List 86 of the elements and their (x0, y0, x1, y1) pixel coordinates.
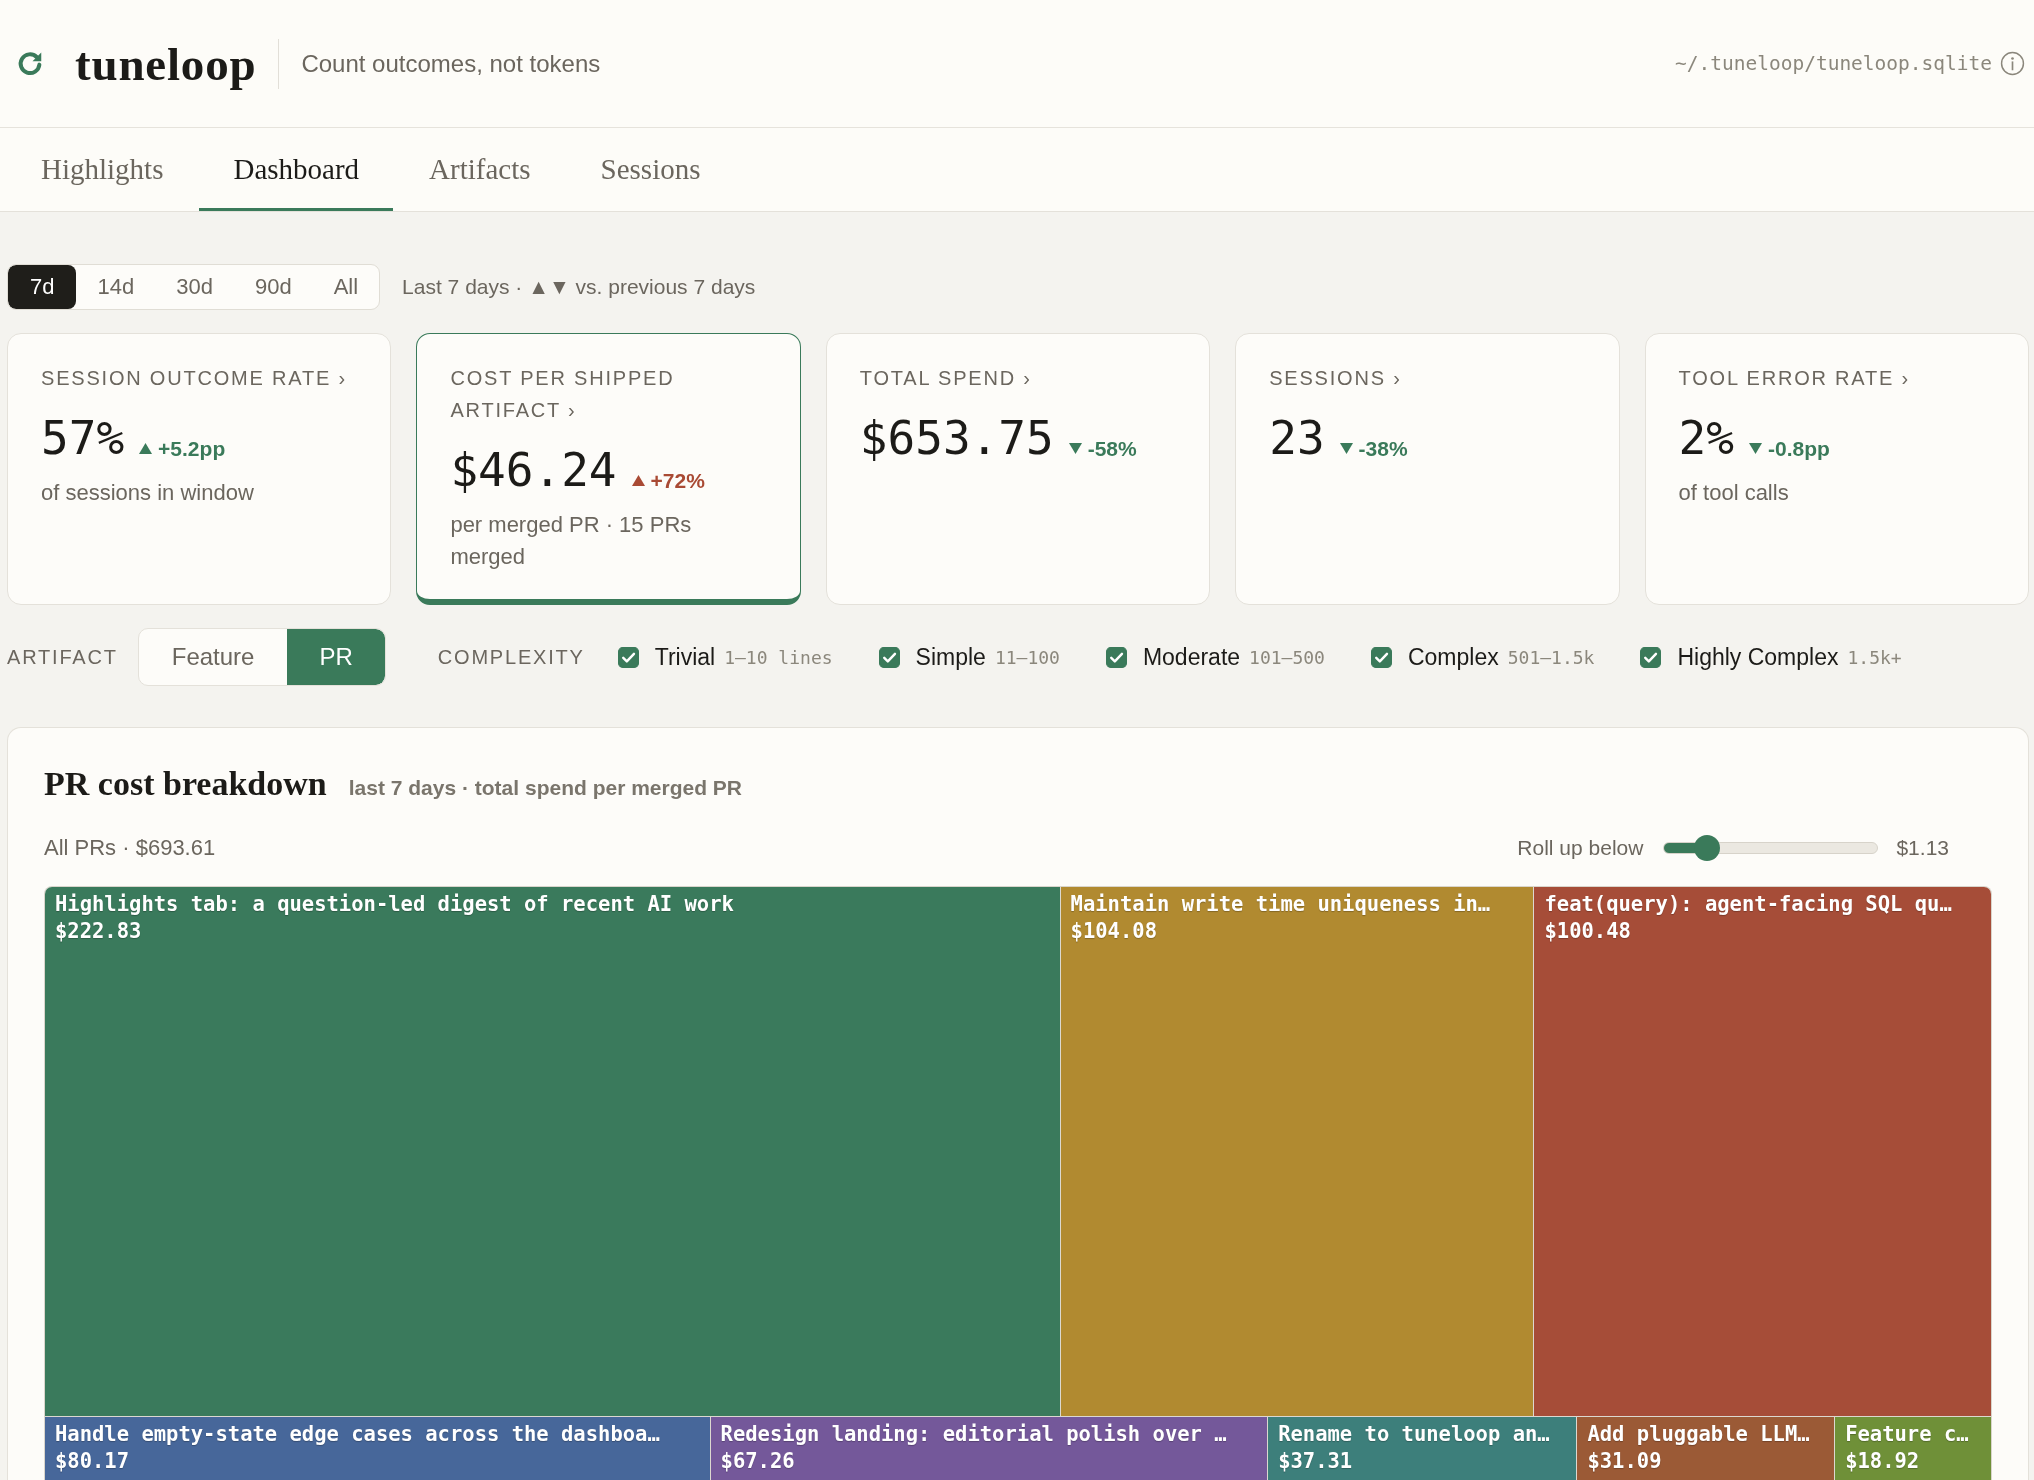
total-label: All PRs · $693.61 (44, 835, 216, 861)
period-option[interactable]: 14d (76, 265, 156, 309)
treemap-tile[interactable]: Handle empty-state edge cases across the dashboa… $80.17 (45, 1417, 710, 1480)
slider-thumb[interactable] (1694, 835, 1721, 861)
database-path: ~/.tuneloop/tuneloop.sqlite (1675, 52, 1992, 75)
treemap-tile[interactable]: Rename to tuneloop an… $37.31 (1267, 1417, 1577, 1480)
range-label: 11–100 (994, 646, 1060, 668)
brand-name: tuneloop (75, 36, 257, 91)
checkbox[interactable] (1640, 646, 1662, 668)
period-option[interactable]: All (312, 265, 380, 309)
period-option[interactable]: 30d (155, 265, 234, 309)
metric-change: +72% (650, 468, 705, 493)
range-label: 101–500 (1249, 646, 1325, 668)
nav-tab[interactable]: Artifacts (395, 128, 565, 211)
panel-subtitle: last 7 days · total spend per merged PR (348, 776, 742, 800)
metric-note: per merged PR · 15 PRs merged (450, 511, 693, 571)
metric-value: $653.75 (859, 410, 1054, 466)
metric-change: -38% (1358, 436, 1408, 461)
metric-card[interactable]: SESSIONS › 23 -38% (1235, 333, 1620, 605)
metric-label: COST PER SHIPPED ARTIFACT › (450, 366, 676, 423)
tile-amount: $37.31 (1278, 1448, 1353, 1475)
treemap-tile[interactable]: Add pluggable LLM… $31.09 (1576, 1417, 1835, 1480)
period-option[interactable]: 90d (233, 265, 313, 309)
info-icon[interactable] (2000, 51, 2025, 76)
metric-value: 23 (1269, 410, 1325, 466)
tile-amount: $80.17 (55, 1448, 130, 1475)
tile-title: Maintain write time uniqueness in… (1070, 891, 1491, 918)
checkbox-label[interactable]: Moderate (1142, 643, 1241, 671)
treemap-tile[interactable]: Maintain write time uniqueness in… $104.08 (1059, 887, 1534, 1416)
checkbox-label[interactable]: Trivial (654, 643, 716, 671)
metric-value: 57% (41, 410, 125, 466)
treemap-tile[interactable]: feat(query): agent-facing SQL qu… $100.48 (1533, 887, 1991, 1416)
metric-card[interactable]: SESSION OUTCOME RATE › 57% +5.2pp of sessions in window (7, 333, 392, 605)
panel-title: PR cost breakdown (44, 765, 327, 803)
checkbox[interactable] (878, 646, 900, 668)
checkbox-label[interactable]: Simple (915, 643, 986, 671)
metric-note: of sessions in window (41, 479, 255, 507)
metric-label: TOOL ERROR RATE › (1678, 366, 1911, 391)
tile-amount: $100.48 (1544, 918, 1631, 945)
rollup-label: Roll up below (1517, 836, 1644, 860)
metric-value: 2% (1678, 410, 1734, 466)
nav-tab[interactable]: Highlights (7, 128, 198, 211)
range-label: 501–1.5k (1507, 646, 1595, 668)
filter-label: COMPLEXITY (437, 645, 585, 669)
tile-title: Handle empty-state edge cases across the dashboa… (55, 1421, 660, 1448)
metric-change: -58% (1087, 436, 1137, 461)
tile-amount: $222.83 (55, 918, 142, 945)
tile-title: Add pluggable LLM… (1587, 1421, 1810, 1448)
period-caption: Last 7 days · ▲▼ vs. previous 7 days (402, 275, 756, 299)
tile-title: Feature c… (1845, 1421, 1969, 1448)
metric-note: of tool calls (1678, 479, 1790, 507)
metric-value: $46.24 (450, 442, 617, 498)
metric-change: +5.2pp (158, 436, 226, 461)
checkbox[interactable] (1370, 646, 1392, 668)
range-label: 1–10 lines (724, 646, 833, 668)
nav-tab[interactable]: Dashboard (199, 128, 394, 211)
filter-label: ARTIFACT (7, 645, 118, 669)
tile-title: Highlights tab: a question-led digest of recent AI work (55, 891, 734, 918)
treemap-tile[interactable]: Redesign landing: editorial polish over … $67.26 (709, 1417, 1268, 1480)
checkbox-label[interactable]: Complex (1407, 643, 1499, 671)
metric-change: -0.8pp (1768, 436, 1830, 461)
metric-card[interactable]: TOOL ERROR RATE › 2% -0.8pp of tool calls (1644, 333, 2029, 605)
tile-amount: $104.08 (1070, 918, 1157, 945)
rollup-value: $1.13 (1896, 836, 1949, 860)
tile-title: feat(query): agent-facing SQL qu… (1544, 891, 1952, 918)
checkbox-label[interactable]: Highly Complex (1677, 643, 1839, 671)
artifact-option[interactable]: PR (287, 629, 385, 685)
treemap-tile[interactable]: Highlights tab: a question-led digest of recent AI work $222.83 (45, 887, 1060, 1416)
period-option[interactable]: 7d (8, 265, 77, 309)
metric-card[interactable]: COST PER SHIPPED ARTIFACT › $46.24 +72% per merged PR · 15 PRs merged (416, 333, 801, 605)
tile-title: Rename to tuneloop an… (1278, 1421, 1550, 1448)
metric-card[interactable]: TOTAL SPEND › $653.75 -58% (825, 333, 1211, 605)
metric-label: TOTAL SPEND › (859, 366, 1033, 391)
artifact-option[interactable]: Feature (138, 629, 288, 685)
range-label: 1.5k+ (1847, 646, 1902, 668)
tile-amount: $18.92 (1845, 1448, 1920, 1475)
metric-label: SESSION OUTCOME RATE › (41, 366, 348, 391)
nav-tab[interactable]: Sessions (566, 128, 735, 211)
treemap-tile[interactable]: Feature c… $18.92 (1834, 1417, 1991, 1480)
tagline: Count outcomes, not tokens (301, 49, 601, 78)
metric-label: SESSIONS › (1269, 366, 1403, 391)
tile-amount: $31.09 (1587, 1448, 1662, 1475)
tile-title: Redesign landing: editorial polish over … (720, 1421, 1227, 1448)
checkbox[interactable] (617, 646, 639, 668)
tile-amount: $67.26 (720, 1448, 795, 1475)
checkbox[interactable] (1105, 646, 1127, 668)
